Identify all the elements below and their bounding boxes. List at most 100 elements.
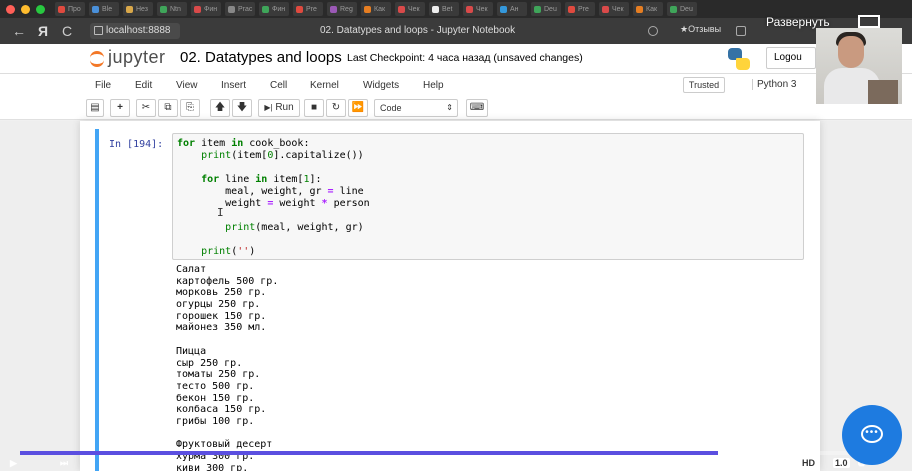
move-down-icon[interactable]: 🡇	[232, 99, 252, 117]
output-line: томаты 250 гр.	[176, 369, 261, 381]
tab-label: Bet	[442, 5, 453, 13]
code-cell[interactable]: In [194]: for item in cook_book: print(i…	[95, 129, 805, 471]
video-progress-bar[interactable]	[20, 451, 892, 455]
url-field[interactable]: localhost:8888	[90, 23, 180, 39]
tab-favicon-icon	[364, 5, 371, 13]
menu-kernel[interactable]: Kernel	[310, 80, 339, 91]
output-line: тесто 500 гр.	[176, 380, 255, 392]
run-label: Run	[275, 102, 294, 113]
notebook-name[interactable]: 02. Datatypes and loops	[180, 49, 342, 66]
code-line[interactable]: print('')	[177, 246, 255, 258]
code-line[interactable]: weight = weight * person	[177, 198, 370, 210]
browser-tab[interactable]: Reg	[327, 2, 357, 16]
tab-label: Ан	[510, 5, 519, 13]
interrupt-icon[interactable]: ■	[304, 99, 324, 117]
keyboard-icon[interactable]: ⌨	[466, 99, 488, 117]
browser-tab[interactable]: Фин	[259, 2, 289, 16]
browser-tab[interactable]: Ан	[497, 2, 527, 16]
output-line: картофель 500 гр.	[176, 275, 279, 287]
output-line: сыр 250 гр.	[176, 357, 243, 369]
code-line[interactable]: meal, weight, gr = line	[177, 186, 364, 198]
browser-tab[interactable]: Ntn	[157, 2, 187, 16]
browser-tab[interactable]: Чек	[395, 2, 425, 16]
menu-view[interactable]: View	[176, 80, 198, 91]
copy-icon[interactable]: ⧉	[158, 99, 178, 117]
logout-button[interactable]: Logou	[766, 47, 816, 69]
speed-badge[interactable]: 1.0	[833, 458, 850, 468]
output-line: Пицца	[176, 345, 207, 357]
trusted-badge[interactable]: Trusted	[683, 77, 725, 93]
menu-help[interactable]: Help	[423, 80, 444, 91]
tab-label: Чек	[612, 5, 624, 13]
code-line[interactable]: for item in cook_book:	[177, 138, 309, 150]
browser-tab[interactable]: Ble	[89, 2, 119, 16]
browser-tab[interactable]: Про	[55, 2, 85, 16]
notebook-page: In [194]: for item in cook_book: print(i…	[80, 121, 820, 471]
next-icon[interactable]: ⏭	[60, 458, 68, 469]
cell-type-select[interactable]: Code ⇕	[374, 99, 458, 117]
browser-tab[interactable]: Prac	[225, 2, 255, 16]
yandex-logo[interactable]: Я	[38, 23, 48, 39]
menu-cell[interactable]: Cell	[270, 80, 287, 91]
output-line: горошек 150 гр.	[176, 310, 267, 322]
save-icon[interactable]: ▤	[86, 99, 104, 117]
run-button[interactable]: ▶| Run	[258, 99, 300, 117]
code-editor[interactable]: for item in cook_book: print(item[0].cap…	[172, 133, 804, 260]
back-icon[interactable]: ←	[12, 23, 26, 39]
menu-edit[interactable]: Edit	[135, 80, 152, 91]
expand-video-label[interactable]: Развернуть	[766, 15, 830, 29]
menu-insert[interactable]: Insert	[221, 80, 246, 91]
paste-icon[interactable]: ⎘	[180, 99, 200, 117]
add-cell-icon[interactable]: +	[110, 99, 130, 117]
move-up-icon[interactable]: 🡅	[210, 99, 230, 117]
reload-icon[interactable]: C	[62, 23, 72, 39]
browser-tab[interactable]: Pre	[565, 2, 595, 16]
minimize-window-button[interactable]	[21, 4, 30, 14]
browser-tab[interactable]: Чек	[599, 2, 629, 16]
jupyter-logo-text: jupyter	[108, 47, 166, 67]
chat-button[interactable]: •••	[842, 405, 902, 465]
output-line: Салат	[176, 264, 207, 275]
tab-favicon-icon	[58, 5, 65, 13]
code-line[interactable]: print(item[0].capitalize())	[177, 150, 364, 162]
output-line: огурцы 250 гр.	[176, 299, 261, 311]
browser-tab[interactable]: Pre	[293, 2, 323, 16]
expand-icon[interactable]	[858, 15, 880, 28]
search-icon[interactable]	[648, 26, 658, 36]
code-line[interactable]: for line in item[1]:	[177, 174, 321, 186]
cut-icon[interactable]: ✂	[136, 99, 156, 117]
url-text: localhost:8888	[106, 25, 171, 36]
fast-forward-icon[interactable]: ⏩	[348, 99, 368, 117]
browser-tab[interactable]: Как	[633, 2, 663, 16]
tab-favicon-icon	[500, 5, 507, 13]
tab-favicon-icon	[228, 5, 235, 13]
tab-label: Как	[646, 5, 658, 13]
hd-badge[interactable]: HD	[800, 458, 817, 468]
browser-tab[interactable]: Bet	[429, 2, 459, 16]
tab-strip: Про Ble Нез Ntn Фин Prac Фин Pre Reg Как Чек Bet Чек…	[51, 2, 912, 16]
tab-favicon-icon	[534, 5, 541, 13]
close-window-button[interactable]	[6, 4, 15, 14]
reviews-button[interactable]: ★Отзывы	[680, 24, 721, 35]
browser-tab[interactable]: Фин	[191, 2, 221, 16]
browser-tab[interactable]: Чек	[463, 2, 493, 16]
code-line[interactable]: print(meal, weight, gr)	[177, 222, 363, 234]
tab-label: Ntn	[170, 5, 181, 13]
browser-tab[interactable]: Deu	[531, 2, 561, 16]
tab-favicon-icon	[194, 5, 201, 13]
jupyter-logo[interactable]: jupyter	[90, 47, 166, 68]
browser-tab[interactable]: Как	[361, 2, 391, 16]
browser-tab[interactable]: Нез	[123, 2, 153, 16]
bookmark-icon[interactable]	[736, 26, 746, 36]
maximize-window-button[interactable]	[36, 4, 45, 14]
browser-tab[interactable]: Deu	[667, 2, 697, 16]
tab-label: Фин	[272, 5, 286, 13]
menu-file[interactable]: File	[95, 80, 111, 91]
menu-widgets[interactable]: Widgets	[363, 80, 399, 91]
output-line: майонез 350 мл.	[176, 322, 267, 334]
play-icon[interactable]: ▶	[10, 458, 17, 469]
tab-favicon-icon	[160, 5, 167, 13]
restart-icon[interactable]: ↻	[326, 99, 346, 117]
tab-label: Ble	[102, 5, 113, 13]
